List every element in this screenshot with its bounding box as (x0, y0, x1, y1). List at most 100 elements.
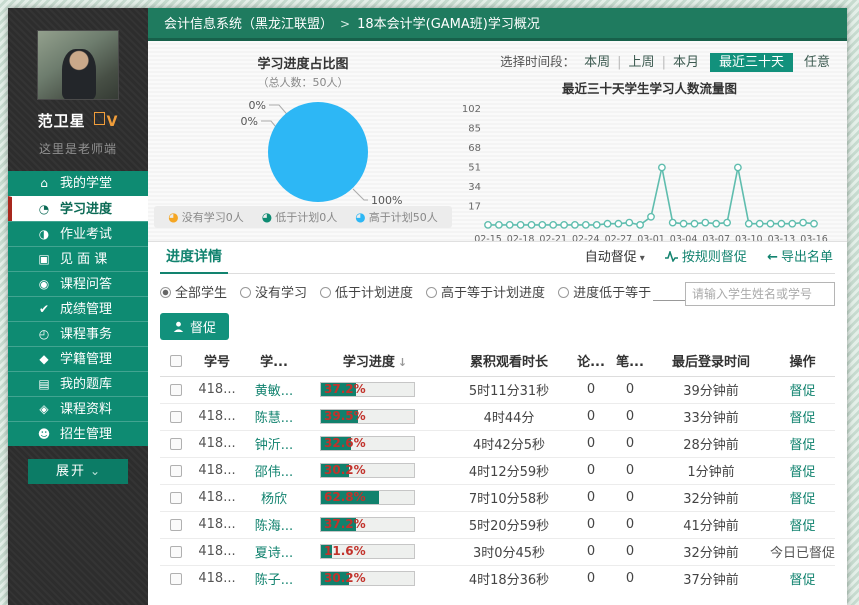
row-checkbox[interactable] (170, 384, 182, 396)
urge-link[interactable]: 督促 (789, 573, 815, 588)
filter-radio-4[interactable]: 进度低于等于% (558, 286, 703, 301)
student-name-link[interactable]: 杨欣 (261, 492, 287, 507)
pie-chart-title: 学习进度占比图 (148, 53, 458, 72)
export-arrow-icon: ← (767, 250, 778, 265)
user-name: 范卫星 (38, 112, 86, 130)
urge-link[interactable]: 督促 (789, 519, 815, 534)
tab-progress-details[interactable]: 进度详情 (160, 242, 228, 274)
student-name-link[interactable]: 钟沂... (255, 438, 293, 453)
sidebar-item-8[interactable]: ▤我的题库 (8, 371, 148, 396)
time-filter-option-4[interactable]: 任意 (804, 55, 830, 70)
progress-bar: 11.6% (320, 544, 415, 559)
breadcrumb-separator: > (340, 17, 350, 31)
row-checkbox[interactable] (170, 492, 182, 504)
urge-link[interactable]: 督促 (789, 438, 815, 453)
urge-link[interactable]: 督促 (789, 384, 815, 399)
watch-duration: 4时12分59秒 (444, 457, 574, 484)
radio-icon[interactable] (558, 287, 569, 298)
pie-legend-item-1[interactable]: ◕低于计划0人 (262, 209, 337, 225)
breadcrumb-root[interactable]: 会计信息系统（黑龙江联盟） (164, 17, 333, 32)
filter-radio-3[interactable]: 高于等于计划进度 (426, 286, 545, 301)
sidebar-item-label: 我的题库 (60, 377, 112, 392)
student-id: 418... (192, 565, 242, 592)
row-checkbox[interactable] (170, 546, 182, 558)
sidebar-item-1[interactable]: ◔学习进度 (8, 196, 148, 221)
select-all-checkbox[interactable] (170, 355, 182, 367)
urge-link[interactable]: 督促 (789, 492, 815, 507)
urge-link[interactable]: 督促 (789, 411, 815, 426)
progress-percent: 11.6% (324, 545, 366, 558)
sidebar-item-label: 招生管理 (60, 427, 112, 442)
sidebar-item-9[interactable]: ◈课程资料 (8, 396, 148, 421)
breadcrumb-current: 18本会计学(GAMA班)学习概况 (357, 17, 540, 32)
time-filter-option-2[interactable]: 本月 (673, 55, 699, 70)
radio-icon[interactable] (426, 287, 437, 298)
column-header-2: 学... (242, 346, 306, 376)
sidebar-item-2[interactable]: ◑作业考试 (8, 221, 148, 246)
sidebar-item-0[interactable]: ⌂我的学堂 (8, 171, 148, 196)
radio-icon[interactable] (320, 287, 331, 298)
radio-icon[interactable] (240, 287, 251, 298)
sidebar-item-label: 见 面 课 (60, 252, 107, 267)
students-table: 学号学...学习进度↓累积观看时长论...笔...最后登录时间操作 418...… (160, 346, 835, 592)
progress-bar: 30.2% (320, 463, 415, 478)
row-checkbox[interactable] (170, 519, 182, 531)
student-id: 418... (192, 511, 242, 538)
auto-urge-dropdown[interactable]: 自动督促▾ (585, 250, 645, 265)
watch-duration: 7时10分58秒 (444, 484, 574, 511)
row-checkbox[interactable] (170, 411, 182, 423)
export-list-button[interactable]: ←导出名单 (767, 250, 833, 265)
sidebar-item-label: 课程问答 (60, 277, 112, 292)
sidebar-item-4[interactable]: ◉课程问答 (8, 271, 148, 296)
pie-legend-item-0[interactable]: ◕没有学习0人 (168, 209, 243, 225)
urge-button[interactable]: 督促 (160, 313, 229, 340)
column-header-5: 论... (574, 346, 608, 376)
filter-radio-1[interactable]: 没有学习 (240, 286, 307, 301)
charts-section: 学习进度占比图 （总人数：50人） 0% 0% 100% ◕没有学习0人◕低于计… (148, 41, 847, 241)
row-checkbox[interactable] (170, 438, 182, 450)
time-filter-option-0[interactable]: 本周 (584, 55, 610, 70)
sidebar-item-label: 课程资料 (60, 402, 112, 417)
expand-button[interactable]: 展开⌄ (28, 459, 128, 484)
student-name-link[interactable]: 陈慧... (255, 411, 293, 426)
time-filter-option-1[interactable]: 上周 (629, 55, 655, 70)
sidebar-item-10[interactable]: ☻ 招生管理 (8, 421, 148, 446)
sidebar-item-3[interactable]: ▣见 面 课 (8, 246, 148, 271)
row-checkbox[interactable] (170, 573, 182, 585)
student-name-link[interactable]: 黄敏... (255, 384, 293, 399)
admissions-icon: ☻ (36, 422, 52, 447)
time-filter-option-3[interactable]: 最近三十天 (710, 53, 793, 72)
pie-legend-item-2[interactable]: ◕高于计划50人 (355, 209, 437, 225)
sidebar-item-5[interactable]: ✔成绩管理 (8, 296, 148, 321)
last-login-time: 32分钟前 (652, 484, 770, 511)
pie-label-100pct: 100% (371, 194, 402, 206)
progress-threshold-input[interactable] (653, 286, 689, 301)
filter-radio-0[interactable]: 全部学生 (160, 286, 227, 301)
time-filter: 选择时间段：本周|上周|本月最近三十天任意 (458, 51, 841, 70)
avatar[interactable] (37, 30, 119, 100)
urge-link[interactable]: 督促 (789, 465, 815, 480)
svg-text:34: 34 (468, 182, 481, 193)
sidebar-item-7[interactable]: ◆学籍管理 (8, 346, 148, 371)
rule-urge-button[interactable]: 按规则督促 (665, 250, 747, 265)
filter-radio-2[interactable]: 低于计划进度 (320, 286, 413, 301)
search-input[interactable] (685, 282, 835, 306)
last-login-time: 1分钟前 (652, 457, 770, 484)
student-name-link[interactable]: 陈海... (255, 519, 293, 534)
watch-duration: 4时42分5秒 (444, 430, 574, 457)
student-name-link[interactable]: 邵伟... (255, 465, 293, 480)
line-chart-block: 选择时间段：本周|上周|本月最近三十天任意 最近三十天学生学习人数流量图 173… (458, 41, 847, 241)
radio-icon[interactable] (160, 287, 171, 298)
sort-icon[interactable]: ↓ (398, 356, 407, 369)
notes-count: 0 (608, 403, 652, 430)
sidebar-item-6[interactable]: ◴课程事务 (8, 321, 148, 346)
student-name-link[interactable]: 夏诗... (255, 546, 293, 561)
student-name-link[interactable]: 陈子... (255, 573, 293, 588)
last-login-time: 32分钟前 (652, 538, 770, 565)
urged-today-label: 今日已督促 (770, 546, 835, 561)
column-header-1: 学号 (192, 346, 242, 376)
pie-slice-above-plan[interactable] (268, 102, 368, 202)
last-login-time: 41分钟前 (652, 511, 770, 538)
chevron-down-icon: ⌄ (90, 464, 100, 478)
row-checkbox[interactable] (170, 465, 182, 477)
